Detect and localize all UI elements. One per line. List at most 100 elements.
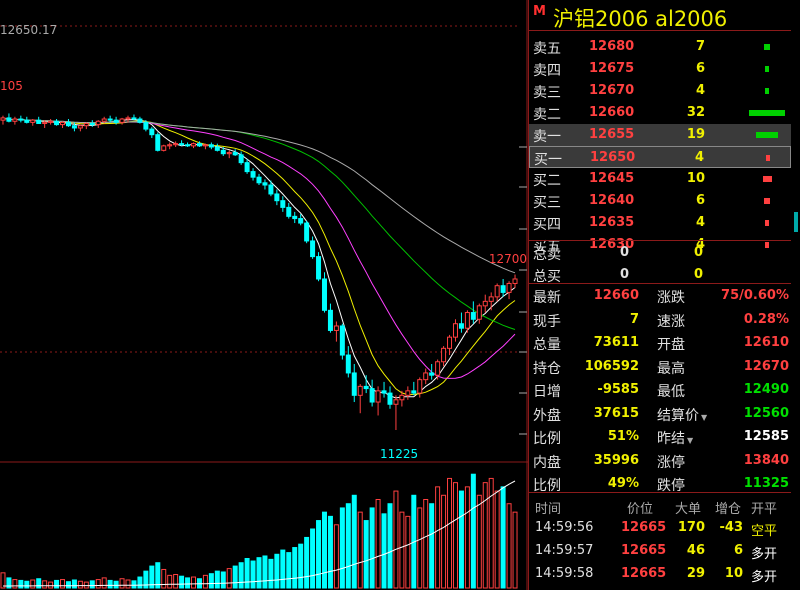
- dropdown-arrow-icon[interactable]: ▼: [687, 436, 693, 445]
- volume-bar: [18, 579, 24, 589]
- candle-body: [95, 120, 101, 126]
- tick-time: 14:59:56: [535, 520, 594, 535]
- candle-body: [423, 372, 429, 381]
- volume-bar: [89, 580, 95, 589]
- candle-body: [220, 149, 226, 155]
- volume-bar: [208, 573, 214, 589]
- volume-bar: [191, 576, 197, 589]
- volume-bar: [339, 507, 345, 589]
- volume-bar: [458, 490, 464, 589]
- stats-row: 总量 73611 开盘 12610: [529, 331, 791, 355]
- stat-label: 内盘: [533, 454, 561, 471]
- tick-header-cell: 时间: [535, 502, 562, 517]
- candle-body: [262, 182, 268, 186]
- dropdown-arrow-icon[interactable]: ▼: [701, 413, 707, 422]
- tick-header: 时间 价位 大单 增仓 开平: [529, 494, 791, 517]
- stat-label: 现手: [533, 313, 561, 330]
- scroll-thumb[interactable]: [794, 212, 798, 232]
- bid-row[interactable]: 买四 12635 4: [529, 212, 791, 234]
- candle-body: [292, 215, 298, 220]
- candle-body: [286, 206, 292, 217]
- divider: [529, 240, 791, 241]
- volume-bar: [179, 575, 185, 589]
- candle-body: [113, 119, 119, 123]
- tick-big: 46: [686, 543, 705, 558]
- ask-row[interactable]: 卖二 12660 32: [529, 102, 791, 124]
- volume-bar: [48, 581, 54, 589]
- volume-bar: [393, 490, 399, 589]
- volume-bar: [119, 578, 125, 589]
- tick-row[interactable]: 14:59:56 12665 170 -43 空平: [529, 516, 791, 539]
- candle-body: [119, 118, 125, 123]
- volume-bar: [131, 580, 137, 589]
- candle-body: [411, 390, 417, 394]
- totals-value-2: 0: [693, 245, 703, 260]
- candle-body: [399, 394, 405, 401]
- ask-row[interactable]: 卖一 12655 19: [529, 124, 791, 146]
- candle-body: [155, 134, 161, 151]
- volume-bar: [95, 579, 101, 589]
- stat-label: 涨停: [657, 454, 685, 471]
- stats-row: 日增 -9585 最低 12490: [529, 378, 791, 402]
- candle-body: [369, 388, 375, 403]
- ask-row[interactable]: 卖五 12680 7: [529, 36, 791, 58]
- stat-value: 7: [629, 311, 639, 327]
- candle-body: [125, 117, 131, 120]
- bid-row[interactable]: 买三 12640 6: [529, 190, 791, 212]
- volume-bar: [304, 536, 310, 589]
- volume-bar: [77, 580, 83, 589]
- instrument-title: 沪铝2006 al2006: [553, 7, 728, 31]
- volume-bar: [83, 581, 89, 589]
- stat-label: 持仓: [533, 360, 561, 377]
- volume-bar: [766, 155, 770, 161]
- kline-chart[interactable]: 12650.17 105 12700 11225: [0, 0, 528, 590]
- volume-bar: [185, 577, 191, 589]
- candle-body: [89, 122, 95, 126]
- candle-body: [250, 171, 256, 178]
- stat-label: 结算价 ▼: [657, 407, 708, 424]
- candle-body: [131, 117, 137, 120]
- candle-body: [71, 125, 77, 129]
- stat-value: 75/0.60%: [721, 288, 789, 303]
- level-price: 12635: [589, 215, 635, 230]
- level-volume: 32: [686, 105, 705, 120]
- ma60-line: [2, 117, 516, 274]
- volume-bar: [363, 520, 369, 589]
- tick-oi: -43: [719, 520, 744, 535]
- candle-body: [60, 121, 66, 126]
- ask-row[interactable]: 卖四 12675 6: [529, 58, 791, 80]
- level-label: 卖四: [533, 63, 561, 79]
- volume-bar: [286, 552, 292, 589]
- tick-row[interactable]: 14:59:58 12665 29 10 多开: [529, 562, 791, 585]
- level-volume: 4: [694, 150, 704, 165]
- candle-body: [12, 118, 18, 122]
- tick-header-cell: 增仓: [715, 502, 742, 517]
- volume-bar: [375, 499, 381, 589]
- level-label: 卖五: [533, 41, 561, 57]
- stats-section: 最新 12660 涨跌 75/0.60% 现手 7 速涨 0.28% 总量 73611 开盘 1261…: [529, 284, 791, 496]
- stat-label: 涨跌: [657, 290, 685, 306]
- stats-row: 最新 12660 涨跌 75/0.60%: [529, 284, 791, 308]
- tick-header-cell: 开平: [751, 502, 778, 517]
- volume-bar: [327, 515, 333, 589]
- volume-bar: [765, 88, 769, 94]
- volume-bar: [107, 579, 113, 589]
- tick-oi: 10: [724, 566, 743, 581]
- tick-row[interactable]: 14:59:57 12665 46 6 多开: [529, 539, 791, 562]
- ask-row[interactable]: 卖三 12670 4: [529, 80, 791, 102]
- tick-list[interactable]: 时间 价位 大单 增仓 开平 14:59:56 12665 170 -43 空平 14:59:57 1…: [529, 494, 791, 585]
- candle-body: [143, 121, 149, 130]
- bid-row[interactable]: 买一 12650 4: [529, 146, 791, 168]
- candle-body: [375, 390, 381, 403]
- bid-row[interactable]: 买二 12645 10: [529, 168, 791, 190]
- level-label: 卖一: [533, 129, 561, 145]
- volume-bar: [262, 555, 268, 589]
- volume-bar: [202, 574, 208, 589]
- scrollbar[interactable]: [792, 0, 800, 590]
- candle-body: [333, 325, 339, 331]
- volume-bar: [292, 547, 298, 589]
- level-volume: 4: [695, 83, 705, 98]
- tick-time: 14:59:57: [535, 543, 594, 558]
- candle-body: [196, 143, 202, 147]
- kline-chart-svg[interactable]: 12650.17 105 12700 11225: [0, 0, 528, 590]
